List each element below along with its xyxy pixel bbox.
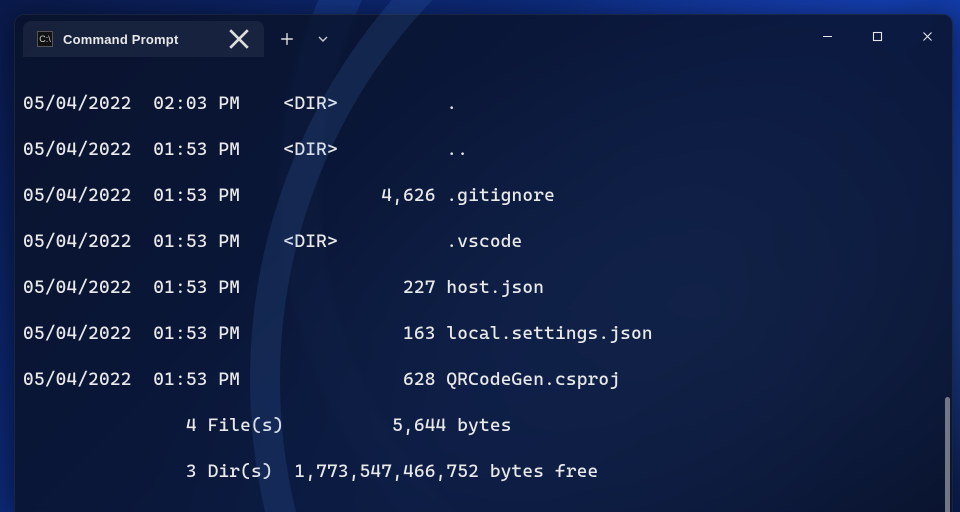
new-tab-button[interactable] [270, 21, 304, 57]
maximize-icon [872, 31, 883, 42]
maximize-button[interactable] [852, 15, 902, 57]
dir-line: 05/04/2022 01:53 PM 4,626 .gitignore [23, 184, 944, 207]
minimize-icon [822, 31, 833, 42]
cmd-icon: C:\ [37, 31, 53, 47]
dir-line: 4 File(s) 5,644 bytes [23, 414, 944, 437]
terminal-output[interactable]: 05/04/2022 02:03 PM <DIR> . 05/04/2022 0… [15, 57, 952, 512]
tab-title: Command Prompt [63, 32, 178, 47]
terminal-window: C:\ Command Prompt 05/04/2022 02:03 PM [14, 14, 953, 512]
close-window-button[interactable] [902, 15, 952, 57]
chevron-down-icon [317, 33, 329, 45]
dir-line: 05/04/2022 01:53 PM 163 local.settings.j… [23, 322, 944, 345]
blank-line [23, 506, 944, 512]
dir-line: 3 Dir(s) 1,773,547,466,752 bytes free [23, 460, 944, 483]
tab-dropdown-button[interactable] [306, 21, 340, 57]
titlebar[interactable]: C:\ Command Prompt [15, 15, 952, 57]
dir-line: 05/04/2022 01:53 PM 628 QRCodeGen.csproj [23, 368, 944, 391]
scrollbar-thumb[interactable] [945, 397, 950, 512]
dir-line: 05/04/2022 01:53 PM <DIR> .. [23, 138, 944, 161]
plus-icon [280, 32, 294, 46]
close-icon [922, 31, 933, 42]
tab-command-prompt[interactable]: C:\ Command Prompt [23, 21, 264, 57]
window-controls [802, 15, 952, 57]
dir-line: 05/04/2022 01:53 PM <DIR> .vscode [23, 230, 944, 253]
titlebar-drag-area[interactable] [340, 15, 802, 57]
close-tab-button[interactable] [228, 28, 250, 50]
dir-line: 05/04/2022 02:03 PM <DIR> . [23, 92, 944, 115]
close-icon [228, 28, 250, 50]
dir-line: 05/04/2022 01:53 PM 227 host.json [23, 276, 944, 299]
minimize-button[interactable] [802, 15, 852, 57]
